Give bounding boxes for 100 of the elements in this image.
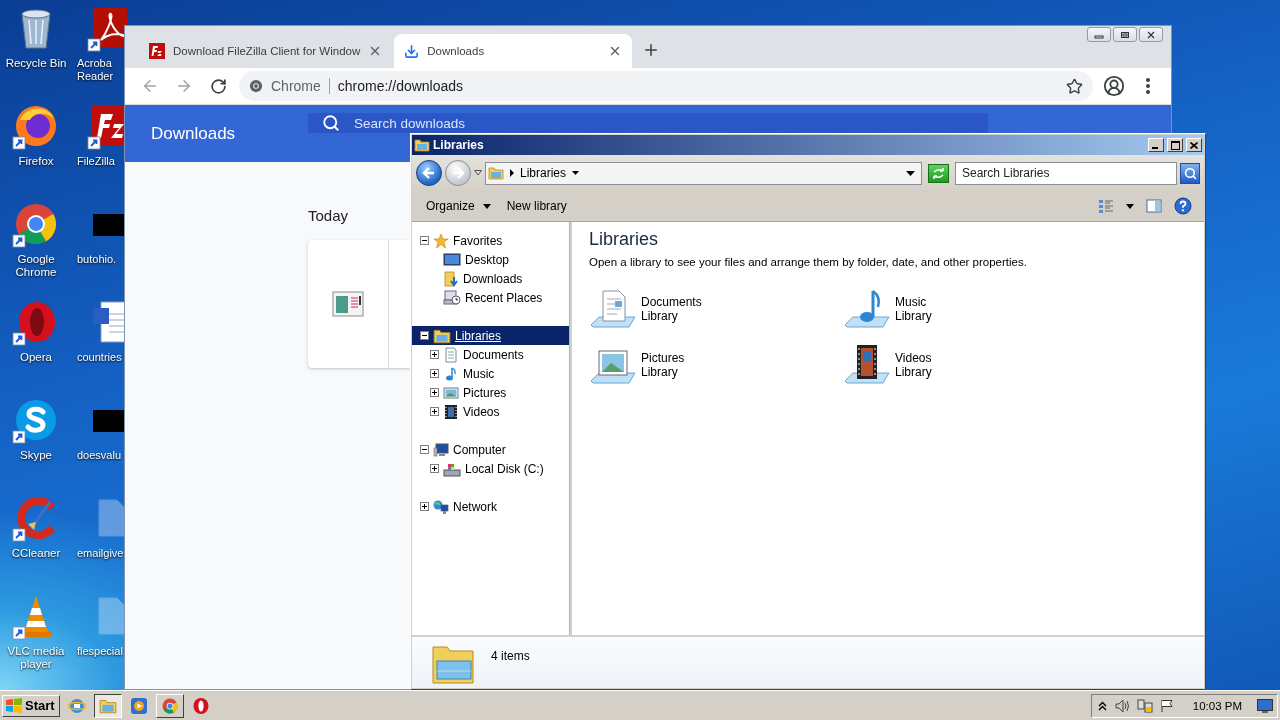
toolbar-button[interactable]: New library <box>500 195 573 217</box>
tree-item[interactable]: Pictures <box>412 383 569 402</box>
close-button[interactable] <box>1139 27 1163 42</box>
preview-pane-icon <box>1146 198 1162 214</box>
tree-item[interactable]: Favorites <box>412 231 569 250</box>
tree-item[interactable]: Music <box>412 364 569 383</box>
back-arrow-icon <box>422 166 436 180</box>
flag-icon[interactable] <box>1159 698 1174 713</box>
restore-button[interactable] <box>1113 27 1137 42</box>
desktop-shortcut[interactable]: CCleaner <box>0 494 72 592</box>
search-field[interactable]: Search Libraries <box>955 161 1177 185</box>
help-icon <box>1174 197 1192 215</box>
search-icon <box>1183 166 1197 180</box>
network-icon <box>433 498 449 515</box>
content-heading: Libraries <box>589 229 660 250</box>
search-button[interactable] <box>1180 162 1200 184</box>
caret-right-icon <box>509 169 515 177</box>
tree-item[interactable]: Libraries <box>412 326 569 345</box>
picture-icon <box>443 384 459 401</box>
folder-icon <box>488 165 504 181</box>
file-thumbnail-icon <box>332 291 364 317</box>
windows-flag-icon <box>5 697 23 714</box>
tree-item[interactable]: Desktop <box>412 250 569 269</box>
expand-icon[interactable] <box>430 369 439 378</box>
collapse-icon[interactable] <box>420 445 429 454</box>
tree-item[interactable]: Network <box>412 497 569 516</box>
tree-item[interactable]: Computer <box>412 440 569 459</box>
browser-tab[interactable]: Download FileZilla Client for Window <box>139 34 393 68</box>
chrome-browser-icon <box>160 696 179 715</box>
item-count: 4 items <box>491 649 530 663</box>
download-icon <box>404 43 420 59</box>
maximize-button[interactable] <box>1167 138 1183 152</box>
more-icon <box>1146 78 1150 94</box>
chevron-up-icon[interactable] <box>1097 700 1107 711</box>
expand-icon[interactable] <box>430 407 439 416</box>
chrome-icon <box>249 79 263 93</box>
desktop-shortcut[interactable]: Google Chrome <box>0 200 72 298</box>
ring-app-icon <box>191 696 210 715</box>
close-icon <box>1146 30 1156 39</box>
refresh-arrows-icon <box>932 167 945 179</box>
collapse-icon[interactable] <box>420 331 429 340</box>
recent-places-icon <box>443 288 461 307</box>
browser-tab[interactable]: Downloads <box>394 34 633 68</box>
tree-item[interactable]: Videos <box>412 402 569 421</box>
caret-down-icon <box>482 203 491 209</box>
maximize-icon <box>1170 140 1180 150</box>
tree-item[interactable]: Documents <box>412 345 569 364</box>
details-view-icon <box>1098 198 1114 214</box>
menu-button[interactable]: Organize <box>420 195 497 217</box>
bookmark-star-icon[interactable] <box>1066 77 1083 95</box>
show-desktop-icon[interactable] <box>1257 698 1273 713</box>
expand-icon[interactable] <box>430 388 439 397</box>
collapse-icon[interactable] <box>420 236 429 245</box>
desktop-shortcut[interactable]: Firefox <box>0 102 72 200</box>
restore-icon <box>1120 30 1130 39</box>
taskbar-button[interactable] <box>93 693 122 718</box>
tree-item[interactable]: Recent Places <box>412 288 569 307</box>
app-favicon <box>149 43 165 59</box>
library-item[interactable]: Videos Library <box>843 340 1097 390</box>
tree-item[interactable]: Local Disk (C:) <box>412 459 569 478</box>
library-item[interactable]: Documents Library <box>589 284 843 334</box>
folder-icon <box>414 137 430 153</box>
address-field[interactable]: Libraries <box>485 161 922 185</box>
page-title: Downloads <box>150 123 237 144</box>
window-title: Libraries <box>433 138 485 152</box>
description-text: Open a library to see your files and arrange them by folder, date, and other properties. <box>589 256 1028 268</box>
caret-down-icon <box>1126 203 1134 209</box>
document-icon <box>443 346 459 363</box>
search-field[interactable]: Search downloads <box>308 113 988 133</box>
caret-down-icon[interactable] <box>906 170 915 176</box>
speaker-icon[interactable] <box>1113 697 1130 714</box>
reload-icon <box>209 77 227 95</box>
caret-down-icon <box>572 171 580 175</box>
expand-icon[interactable] <box>420 502 429 511</box>
media-player-icon <box>129 696 148 715</box>
network-icon[interactable] <box>1136 697 1153 714</box>
forward-arrow-icon <box>175 77 193 95</box>
desktop-shortcut[interactable]: Skype <box>0 396 72 494</box>
desktop-shortcut[interactable]: emailgive <box>72 494 124 592</box>
folder-download-icon <box>443 270 459 287</box>
expand-icon[interactable] <box>430 350 439 359</box>
desktop-icon <box>443 250 461 269</box>
address-bar[interactable]: Chrome chrome://downloads <box>239 71 1093 101</box>
start-button[interactable]: Start <box>2 694 60 717</box>
expand-icon[interactable] <box>430 464 439 473</box>
forward-arrow-icon <box>451 166 465 180</box>
library-item[interactable]: Pictures Library <box>589 340 843 390</box>
close-icon <box>1190 141 1198 149</box>
search-icon <box>322 114 340 132</box>
desktop-shortcut[interactable]: Recycle Bin <box>0 4 72 102</box>
desktop-shortcut[interactable]: Opera <box>0 298 72 396</box>
globe-e-icon <box>67 696 86 715</box>
library-item[interactable]: Music Library <box>843 284 1097 334</box>
computer-icon <box>433 441 449 458</box>
back-button[interactable] <box>416 160 442 186</box>
tree-item[interactable]: Downloads <box>412 269 569 288</box>
refresh-button[interactable] <box>928 163 949 183</box>
breadcrumb-item[interactable]: Libraries <box>520 166 580 180</box>
clock: 10:03 PM <box>1192 699 1242 712</box>
account-button[interactable] <box>1101 73 1127 99</box>
